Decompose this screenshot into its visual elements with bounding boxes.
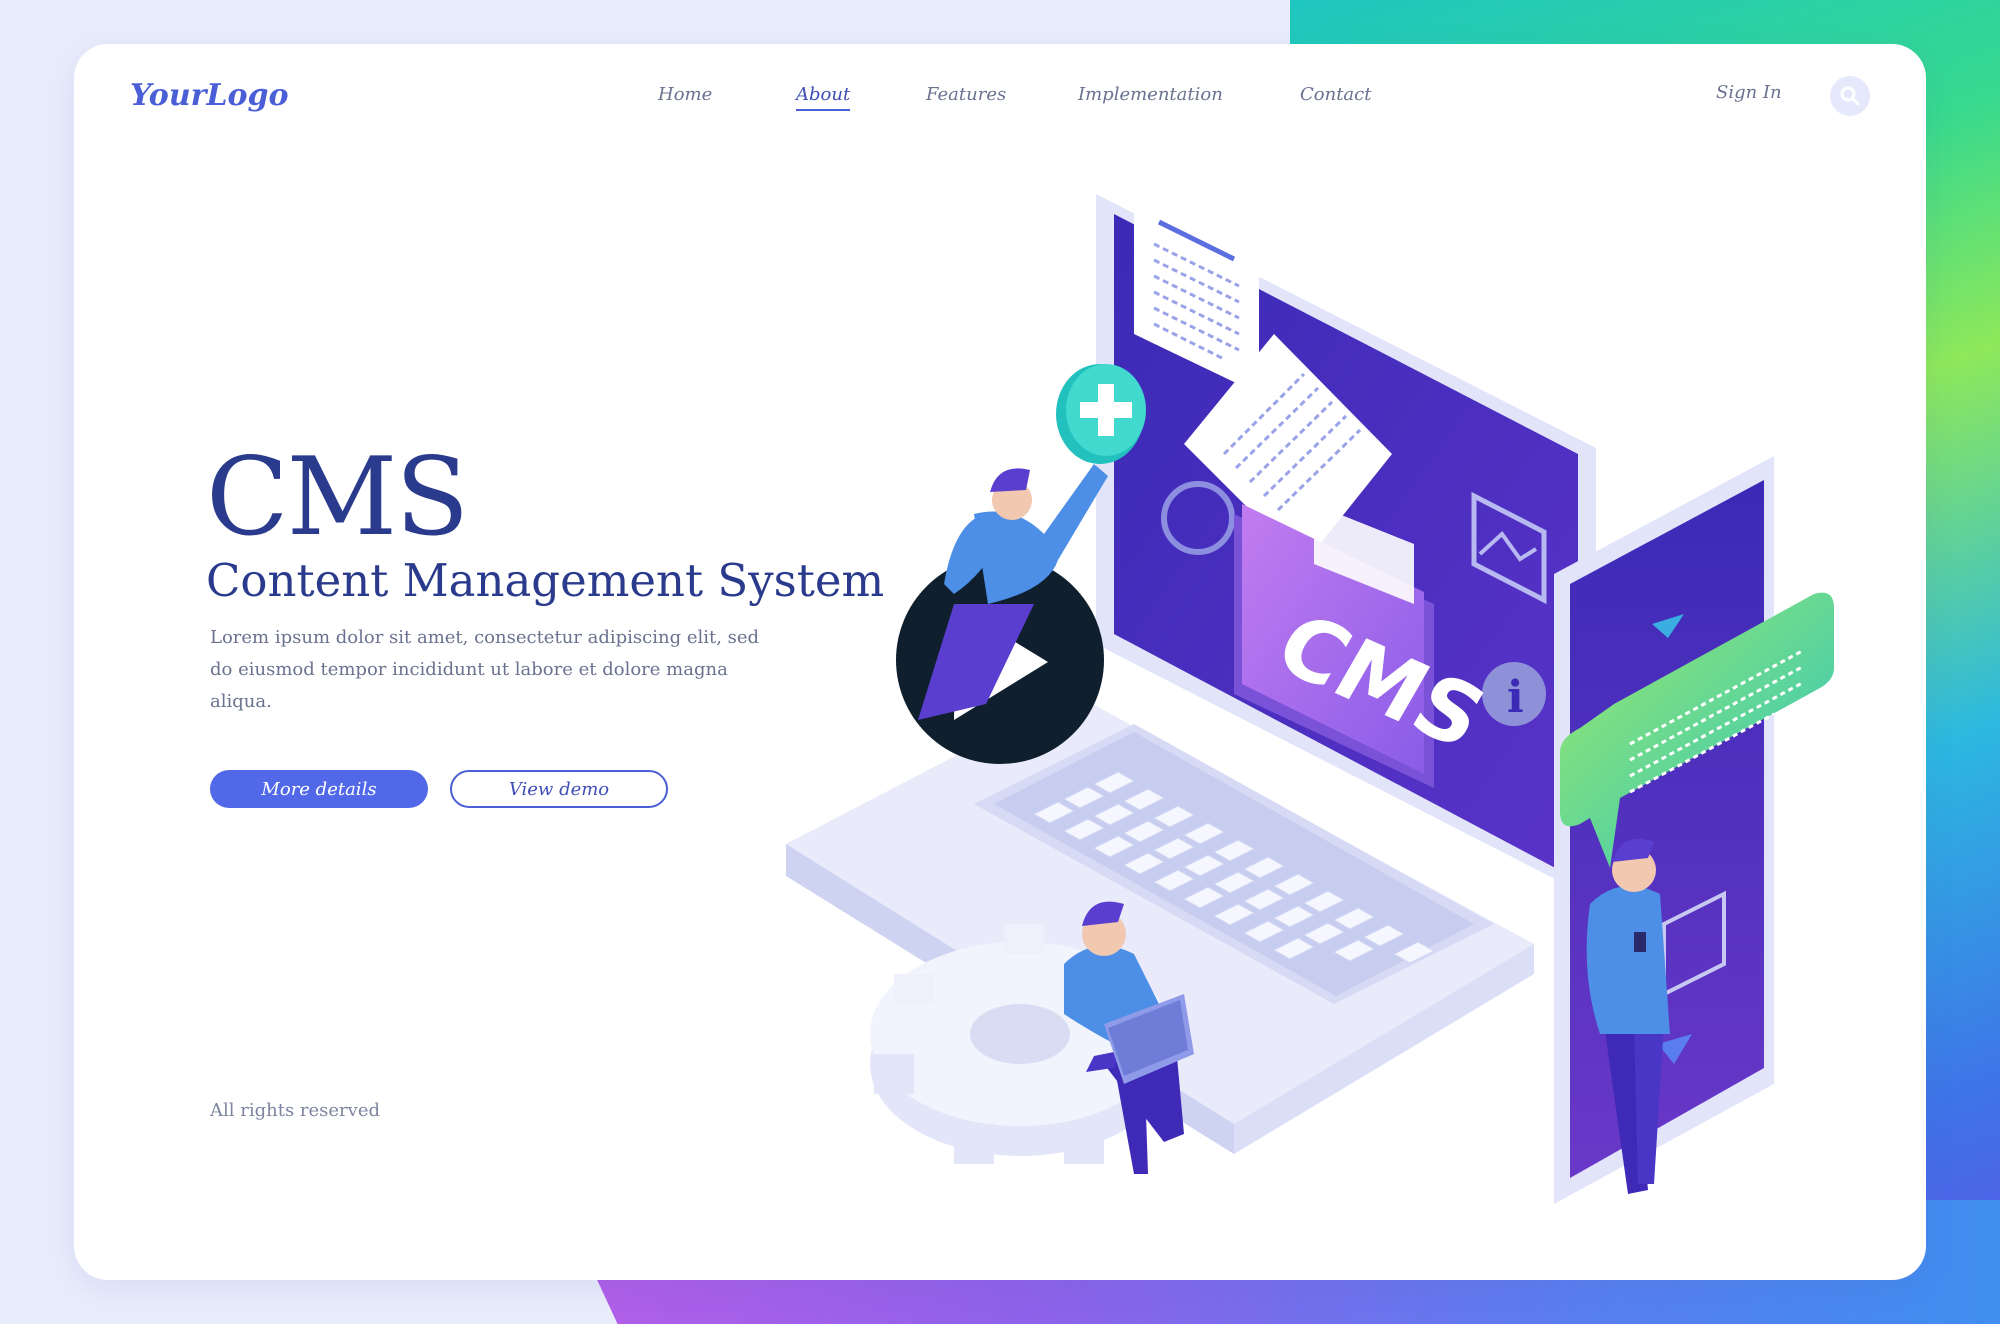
cms-illustration: i CMS (786, 184, 1834, 1204)
svg-text:i: i (1507, 672, 1524, 723)
smartphone (1554, 456, 1774, 1204)
landing-page-card: YourLogo Home About Features Implementat… (74, 44, 1926, 1280)
